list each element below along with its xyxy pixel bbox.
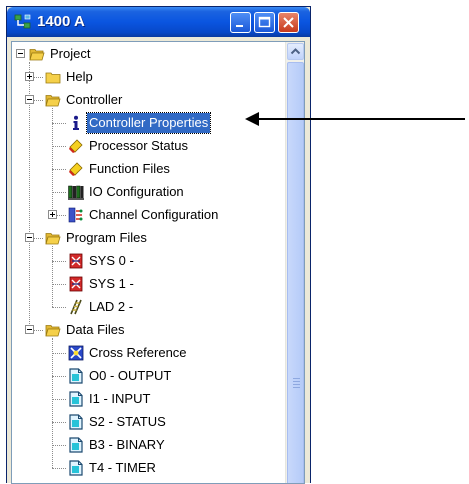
tree-item[interactable]: O0 - OUTPUT — [12, 366, 285, 386]
io-config-icon — [68, 184, 84, 200]
app-window: 1400 A Project Help Controller Controller P… — [6, 6, 311, 484]
folder-open-icon — [29, 46, 45, 62]
minimize-icon — [236, 25, 243, 27]
callout-arrow-head — [245, 112, 259, 126]
tree-item-label: Help — [66, 69, 93, 84]
tree-item-label: LAD 2 - — [89, 299, 134, 314]
cross-reference-icon — [68, 345, 84, 361]
expand-icon[interactable] — [25, 72, 34, 81]
function-files-icon — [68, 161, 84, 177]
tree-item-label: S2 - STATUS — [89, 414, 166, 429]
program-file-icon — [68, 253, 84, 269]
minimize-button[interactable] — [230, 12, 251, 33]
tree-item[interactable]: Function Files — [12, 159, 285, 179]
tree-item-label: Channel Configuration — [89, 207, 219, 222]
data-file-icon — [68, 460, 84, 476]
program-file-icon — [68, 276, 84, 292]
tree-branch-line — [52, 284, 66, 285]
data-file-icon — [68, 414, 84, 430]
tree-item[interactable]: B3 - BINARY — [12, 435, 285, 455]
tree-item-label: Function Files — [89, 161, 170, 176]
collapse-icon[interactable] — [25, 325, 34, 334]
tree-item[interactable]: Processor Status — [12, 136, 285, 156]
tree-item[interactable]: Controller — [12, 90, 285, 110]
callout-arrow-line — [255, 118, 465, 120]
window-title: 1400 A — [37, 13, 85, 30]
ladder-icon — [68, 299, 84, 315]
tree-item[interactable]: SYS 0 - — [12, 251, 285, 271]
folder-open-icon — [45, 230, 61, 246]
scroll-thumb[interactable] — [287, 62, 304, 483]
close-button[interactable] — [278, 12, 299, 33]
scroll-up-button[interactable] — [287, 43, 304, 60]
tree-item[interactable]: Help — [12, 67, 285, 87]
tree-item[interactable]: S2 - STATUS — [12, 412, 285, 432]
tree-item[interactable]: Channel Configuration — [12, 205, 285, 225]
project-tree-panel: Project Help Controller Controller Properti… — [11, 41, 305, 484]
tree-branch-line — [52, 261, 66, 262]
close-icon — [283, 17, 294, 28]
collapse-icon[interactable] — [25, 95, 34, 104]
tree-item-label: Controller Properties — [85, 112, 212, 134]
tree-item-label: Program Files — [66, 230, 147, 245]
tree-item-label: Processor Status — [89, 138, 188, 153]
maximize-icon — [258, 16, 271, 28]
tree-branch-line — [52, 376, 66, 377]
tree-item[interactable]: SYS 1 - — [12, 274, 285, 294]
tree-branch-line — [52, 445, 66, 446]
data-file-icon — [68, 437, 84, 453]
processor-icon — [68, 138, 84, 154]
collapse-icon[interactable] — [16, 49, 25, 58]
tree-item-label: Cross Reference — [89, 345, 187, 360]
data-file-icon — [68, 368, 84, 384]
tree-item[interactable]: Program Files — [12, 228, 285, 248]
tree-item[interactable]: LAD 2 - — [12, 297, 285, 317]
tree-branch-line — [52, 192, 66, 193]
tree-item-label: Controller — [66, 92, 123, 107]
folder-icon — [45, 69, 61, 85]
tree-branch-line — [52, 169, 66, 170]
app-network-icon — [14, 14, 31, 29]
tree-item-label: SYS 0 - — [89, 253, 134, 268]
data-file-icon — [68, 391, 84, 407]
tree-item[interactable]: Data Files — [12, 320, 285, 340]
tree-item-label: B3 - BINARY — [89, 437, 165, 452]
tree-item[interactable]: I1 - INPUT — [12, 389, 285, 409]
tree-branch-line — [52, 353, 66, 354]
vertical-scrollbar[interactable] — [285, 42, 304, 483]
tree-item-label: SYS 1 - — [89, 276, 134, 291]
maximize-button[interactable] — [254, 12, 275, 33]
tree-item-label: IO Configuration — [89, 184, 184, 199]
project-tree[interactable]: Project Help Controller Controller Properti… — [12, 42, 285, 483]
tree-item-label: O0 - OUTPUT — [89, 368, 172, 383]
info-icon — [68, 115, 84, 131]
folder-open-icon — [45, 92, 61, 108]
collapse-icon[interactable] — [25, 233, 34, 242]
title-bar[interactable]: 1400 A — [7, 7, 310, 37]
tree-branch-line — [52, 468, 66, 469]
tree-item[interactable]: Cross Reference — [12, 343, 285, 363]
tree-item-label: Project — [50, 46, 91, 61]
tree-item[interactable]: IO Configuration — [12, 182, 285, 202]
tree-branch-line — [52, 123, 66, 124]
chevron-up-icon — [290, 48, 301, 55]
folder-open-icon — [45, 322, 61, 338]
tree-item-label: I1 - INPUT — [89, 391, 151, 406]
tree-item-label: Data Files — [66, 322, 125, 337]
expand-icon[interactable] — [48, 210, 57, 219]
tree-branch-line — [52, 307, 66, 308]
tree-branch-line — [52, 422, 66, 423]
tree-item-label: T4 - TIMER — [89, 460, 156, 475]
channel-config-icon — [68, 207, 84, 223]
tree-branch-line — [52, 399, 66, 400]
tree-item[interactable]: T4 - TIMER — [12, 458, 285, 478]
tree-item[interactable]: Project — [12, 44, 285, 64]
tree-branch-line — [52, 146, 66, 147]
